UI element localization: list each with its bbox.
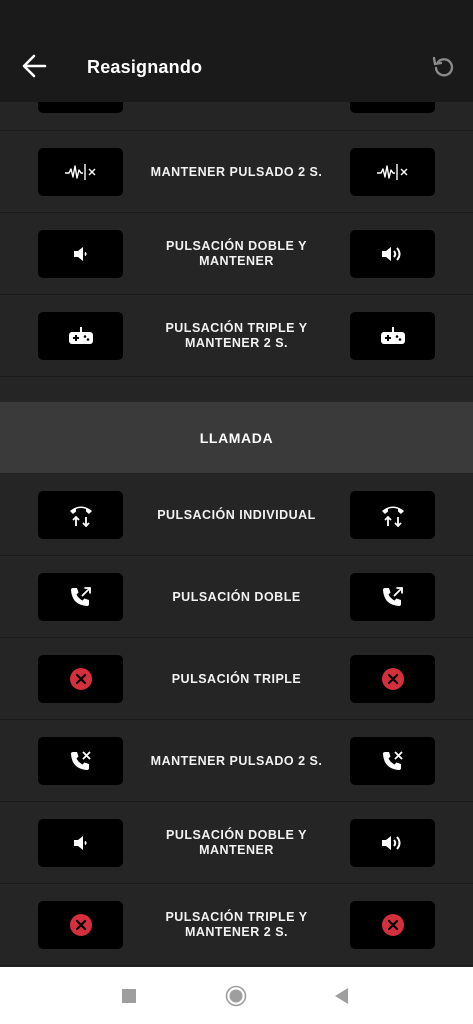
left-action-button[interactable]: [38, 230, 123, 278]
left-action-button[interactable]: [38, 148, 123, 196]
top-app-bar: Reasignando: [0, 0, 473, 102]
left-action-button[interactable]: [38, 737, 123, 785]
system-nav-bar: [0, 967, 473, 1024]
section-spacer: [0, 378, 473, 402]
disabled-icon: [381, 913, 405, 937]
back-arrow-icon[interactable]: [20, 52, 48, 80]
row-label: MANTENER PULSADO 2 S.: [150, 164, 323, 179]
gamepad-icon: [68, 326, 94, 346]
call-reject-icon: [381, 749, 405, 773]
volume-down-icon: [70, 833, 92, 853]
right-action-button[interactable]: [350, 655, 435, 703]
page-title: Reasignando: [87, 57, 203, 77]
right-action-button[interactable]: [350, 491, 435, 539]
reset-icon[interactable]: [430, 53, 458, 81]
row-label: PULSACIÓN DOBLE Y MANTENER: [166, 239, 307, 268]
list-item[interactable]: PULSACIÓN DOBLE Y MANTENER: [0, 213, 473, 295]
left-action-button[interactable]: [38, 312, 123, 360]
right-action-button[interactable]: [350, 819, 435, 867]
list-item[interactable]: MANTENER PULSADO 2 S.: [0, 131, 473, 213]
left-action-button[interactable]: [38, 655, 123, 703]
right-action-button[interactable]: [350, 148, 435, 196]
call-answer-end-icon: [380, 503, 406, 527]
left-action-button[interactable]: [38, 901, 123, 949]
call-transfer-icon: [69, 585, 93, 609]
list-item[interactable]: PULSACIÓN TRIPLE Y MANTENER 2 S.: [0, 884, 473, 966]
voice-cancel-icon: [376, 162, 410, 182]
right-action-button[interactable]: [350, 573, 435, 621]
row-label: PULSACIÓN TRIPLE Y MANTENER 2 S.: [165, 321, 308, 350]
disabled-icon: [381, 667, 405, 691]
volume-up-icon: [380, 832, 406, 854]
right-action-button[interactable]: [350, 901, 435, 949]
voice-cancel-icon: [64, 162, 98, 182]
list-item[interactable]: PULSACIÓN DOBLE Y MANTENER: [0, 802, 473, 884]
list-item[interactable]: PULSACIÓN TRIPLE Y MANTENER 2 S.: [0, 295, 473, 377]
gamepad-icon: [380, 326, 406, 346]
left-action-button[interactable]: [38, 819, 123, 867]
square-recents-icon[interactable]: [118, 985, 140, 1007]
disabled-icon: [69, 913, 93, 937]
disabled-icon: [69, 667, 93, 691]
row-label: PULSACIÓN TRIPLE: [171, 671, 302, 686]
left-action-button[interactable]: [38, 573, 123, 621]
row-label: PULSACIÓN INDIVIDUAL: [157, 507, 316, 522]
call-reject-icon: [69, 749, 93, 773]
list-item[interactable]: MANTENER PULSADO 2 S.: [0, 720, 473, 802]
call-transfer-icon: [381, 585, 405, 609]
list-item[interactable]: PULSACIÓN DOBLE: [0, 556, 473, 638]
circle-home-icon[interactable]: [225, 985, 247, 1007]
row-label: PULSACIÓN DOBLE: [172, 589, 301, 604]
row-label: MANTENER PULSADO 2 S.: [150, 753, 323, 768]
row-label: PULSACIÓN TRIPLE Y MANTENER 2 S.: [165, 910, 308, 939]
right-action-button[interactable]: [350, 230, 435, 278]
right-action-button[interactable]: [350, 737, 435, 785]
list-item[interactable]: PULSACIÓN INDIVIDUAL: [0, 474, 473, 556]
list-item[interactable]: PULSACIÓN TRIPLE: [0, 638, 473, 720]
volume-down-icon: [70, 244, 92, 264]
triangle-back-icon[interactable]: [331, 985, 353, 1007]
volume-up-icon: [380, 243, 406, 265]
right-action-button[interactable]: [350, 312, 435, 360]
section-header: LLAMADA: [0, 402, 473, 473]
call-answer-end-icon: [68, 503, 94, 527]
left-action-button[interactable]: [38, 491, 123, 539]
row-label: PULSACIÓN DOBLE Y MANTENER: [166, 828, 307, 857]
